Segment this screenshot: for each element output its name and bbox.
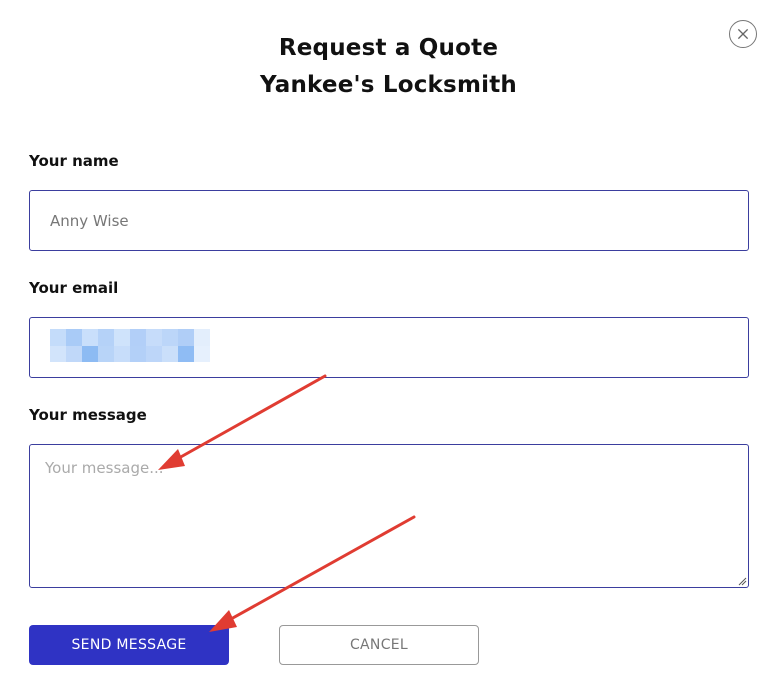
quote-modal: Request a Quote Yankee's Locksmith Your … [0, 0, 770, 700]
name-field[interactable]: Anny Wise [29, 190, 749, 251]
message-label: Your message [29, 406, 147, 424]
email-redacted-value [50, 329, 210, 362]
name-label: Your name [29, 152, 119, 170]
email-field[interactable] [29, 317, 749, 378]
cancel-button[interactable]: CANCEL [279, 625, 479, 665]
name-field-value: Anny Wise [50, 211, 129, 230]
message-placeholder: Your message... [45, 459, 164, 477]
modal-title: Request a Quote [278, 35, 499, 61]
message-textarea[interactable]: Your message... [29, 444, 749, 588]
resize-grip-icon[interactable] [737, 576, 747, 586]
send-message-button[interactable]: SEND MESSAGE [29, 625, 229, 665]
modal-subtitle: Yankee's Locksmith [260, 72, 517, 98]
email-label: Your email [29, 279, 119, 297]
